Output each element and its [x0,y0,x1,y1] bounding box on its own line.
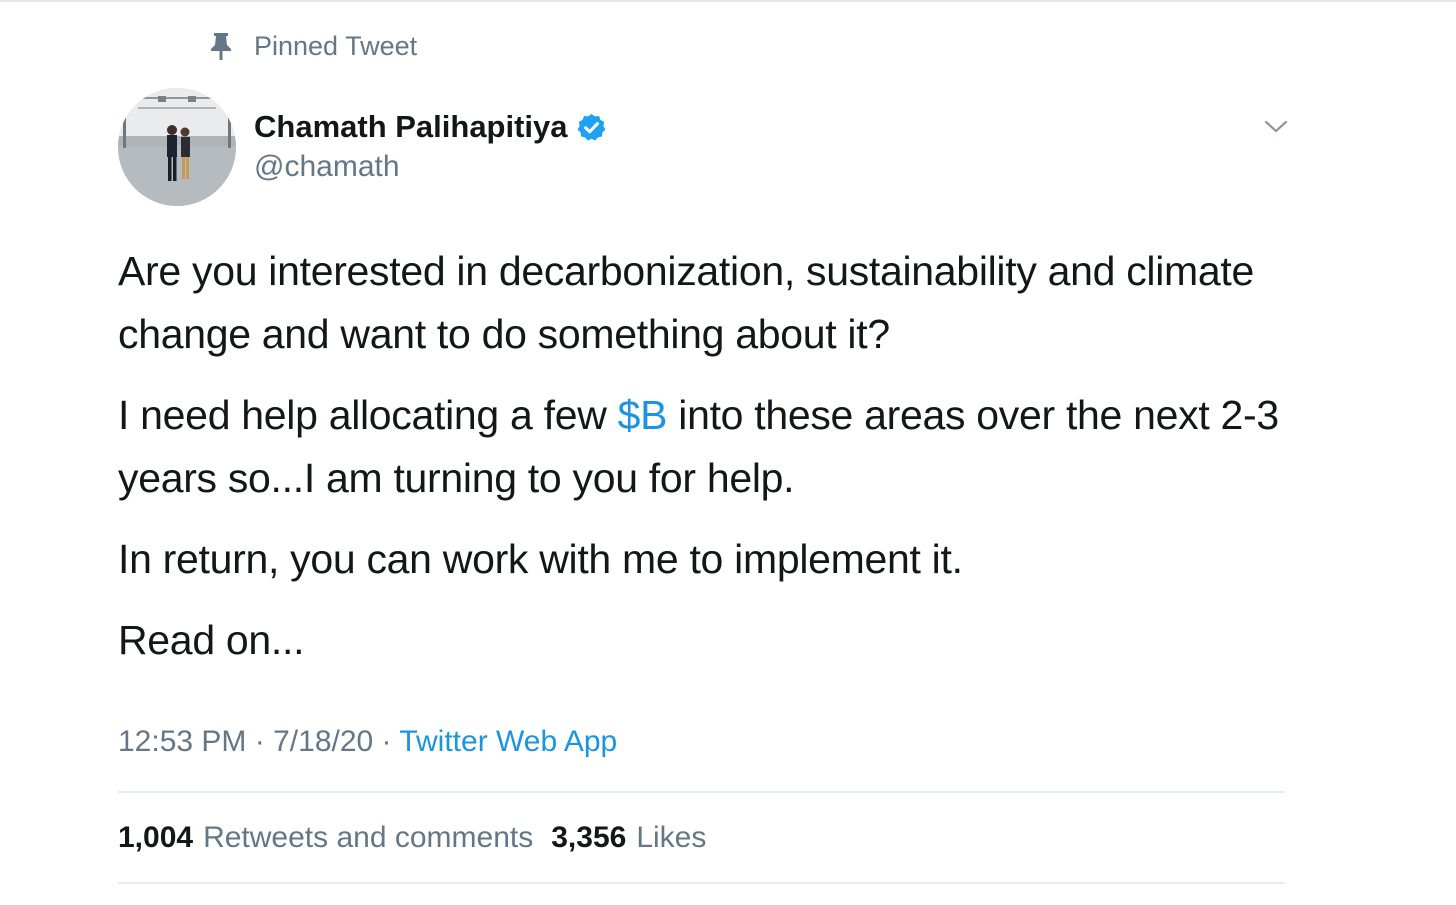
tweet-date[interactable]: 7/18/20 [273,725,373,758]
chevron-down-icon[interactable] [1262,116,1290,138]
divider [118,882,1285,884]
pinned-indicator: Pinned Tweet [208,28,417,64]
cashtag-link[interactable]: $B [618,392,668,438]
divider [118,791,1285,793]
tweet-text-segment: I need help allocating a few [118,392,618,438]
meta-separator: · [381,725,392,758]
avatar[interactable] [118,88,236,206]
tweet-paragraph: In return, you can work with me to imple… [118,536,963,582]
tweet-text: Are you interested in decarbonization, s… [118,240,1318,690]
author-handle[interactable]: @chamath [254,148,607,186]
retweets-stat[interactable]: 1,004 Retweets and comments [118,818,533,858]
likes-label: Likes [636,821,707,854]
tweet-stats: 1,004 Retweets and comments 3,356 Likes [118,818,724,858]
tweet-meta: 12:53 PM · 7/18/20 · Twitter Web App [118,722,617,762]
pin-icon [211,33,231,60]
likes-stat[interactable]: 3,356 Likes [551,818,706,858]
pinned-label: Pinned Tweet [254,30,418,61]
retweets-count: 1,004 [118,821,194,854]
tweet-paragraph: Are you interested in decarbonization, s… [118,248,1254,357]
meta-separator: · [254,725,265,758]
author-name[interactable]: Chamath Palihapitiya [254,106,568,148]
top-border [0,0,1456,2]
verified-badge-icon [577,113,605,141]
tweet-paragraph: Read on... [118,617,305,663]
author-block[interactable]: Chamath Palihapitiya @chamath [254,106,607,186]
retweets-label: Retweets and comments [203,821,534,854]
tweet-time[interactable]: 12:53 PM [118,725,246,758]
tweet-paragraph: I need help allocating a few $B into the… [118,384,1318,510]
likes-count: 3,356 [551,821,627,854]
tweet-source-link[interactable]: Twitter Web App [399,725,617,758]
